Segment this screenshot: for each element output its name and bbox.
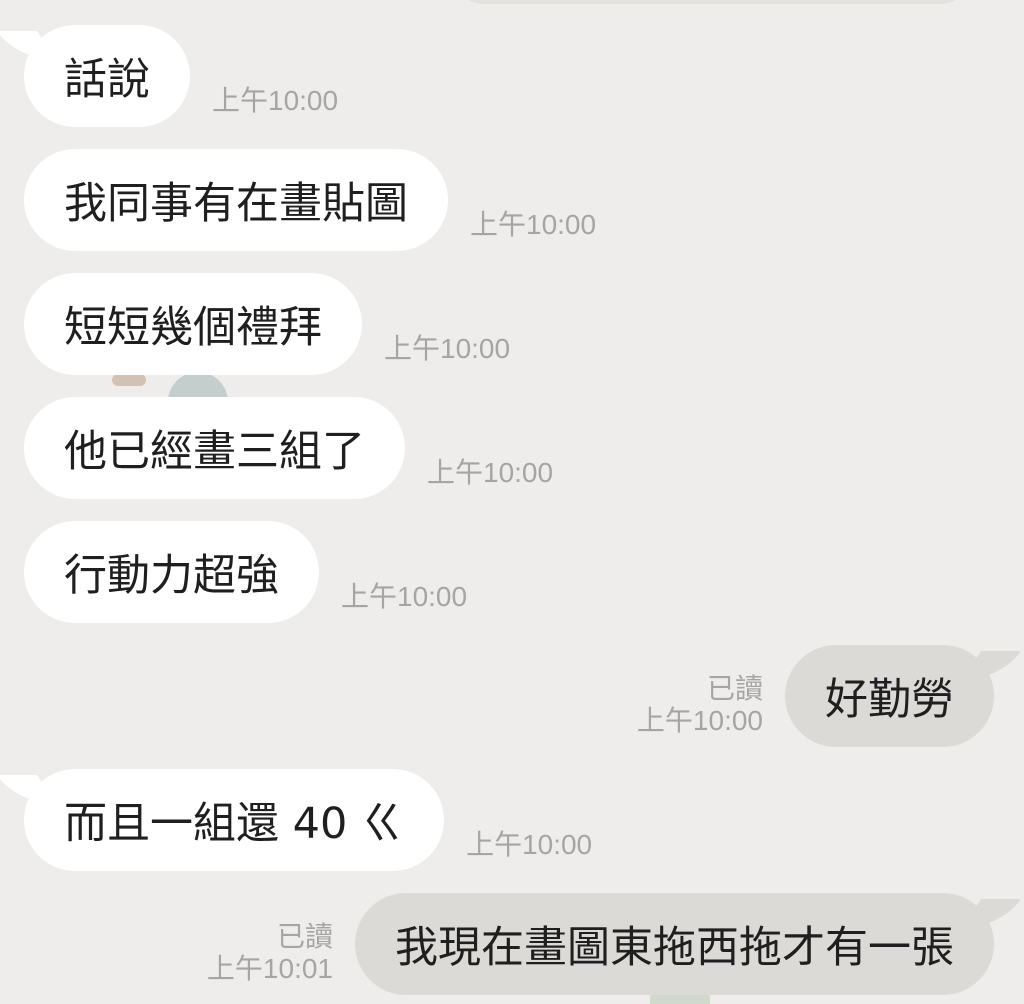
message-text: 話說 (64, 55, 150, 105)
message-time: 上午10:01 (206, 953, 333, 984)
message-time: 上午10:00 (384, 333, 511, 364)
message-time: 上午10:00 (470, 209, 597, 240)
message-time: 上午10:00 (341, 581, 468, 612)
outgoing-message: 已讀 上午10:01 我現在畫圖東拖西拖才有一張 (207, 893, 994, 995)
cut-off-message-bubble[interactable] (452, 0, 972, 4)
message-meta: 上午10:00 (384, 333, 510, 365)
chat-view[interactable]: 話說 上午10:00 我同事有在畫貼圖 上午10:00 短短幾個禮拜 上午10:… (0, 0, 1024, 1004)
message-bubble[interactable]: 話說 (24, 25, 190, 127)
message-text: 而且一組還 40 ㄍ (64, 799, 405, 849)
message-bubble[interactable]: 我同事有在畫貼圖 (24, 149, 448, 251)
message-meta: 上午10:00 (427, 457, 553, 489)
incoming-message: 行動力超強 上午10:00 (24, 521, 467, 623)
message-bubble[interactable]: 我現在畫圖東拖西拖才有一張 (355, 893, 994, 995)
message-text: 他已經畫三組了 (64, 427, 365, 477)
incoming-message: 話說 上午10:00 (24, 25, 338, 127)
message-meta: 上午10:00 (212, 85, 338, 117)
message-time: 上午10:00 (466, 829, 593, 860)
read-receipt: 已讀 (276, 921, 333, 952)
incoming-message: 而且一組還 40 ㄍ 上午10:00 (24, 769, 592, 871)
message-time: 上午10:00 (212, 85, 339, 116)
message-text: 行動力超強 (64, 551, 279, 601)
message-meta: 上午10:00 (466, 829, 592, 861)
message-bubble[interactable]: 短短幾個禮拜 (24, 273, 362, 375)
message-text: 我同事有在畫貼圖 (64, 179, 408, 229)
message-bubble[interactable]: 好勤勞 (785, 645, 994, 747)
incoming-message: 他已經畫三組了 上午10:00 (24, 397, 553, 499)
message-bubble[interactable]: 他已經畫三組了 (24, 397, 405, 499)
incoming-message: 短短幾個禮拜 上午10:00 (24, 273, 510, 375)
incoming-message: 我同事有在畫貼圖 上午10:00 (24, 149, 596, 251)
message-time: 上午10:00 (427, 457, 554, 488)
outgoing-message: 已讀 上午10:00 好勤勞 (637, 645, 994, 747)
message-text: 我現在畫圖東拖西拖才有一張 (395, 923, 954, 973)
message-bubble[interactable]: 而且一組還 40 ㄍ (24, 769, 445, 871)
message-bubble[interactable]: 行動力超強 (24, 521, 319, 623)
message-time: 上午10:00 (636, 705, 763, 736)
message-text: 好勤勞 (825, 675, 954, 725)
message-meta: 已讀 上午10:01 (207, 921, 333, 985)
wallpaper-decoration (112, 374, 146, 386)
message-text: 短短幾個禮拜 (64, 303, 322, 353)
read-receipt: 已讀 (706, 673, 763, 704)
message-meta: 上午10:00 (470, 209, 596, 241)
message-meta: 上午10:00 (341, 581, 467, 613)
message-meta: 已讀 上午10:00 (637, 673, 763, 737)
